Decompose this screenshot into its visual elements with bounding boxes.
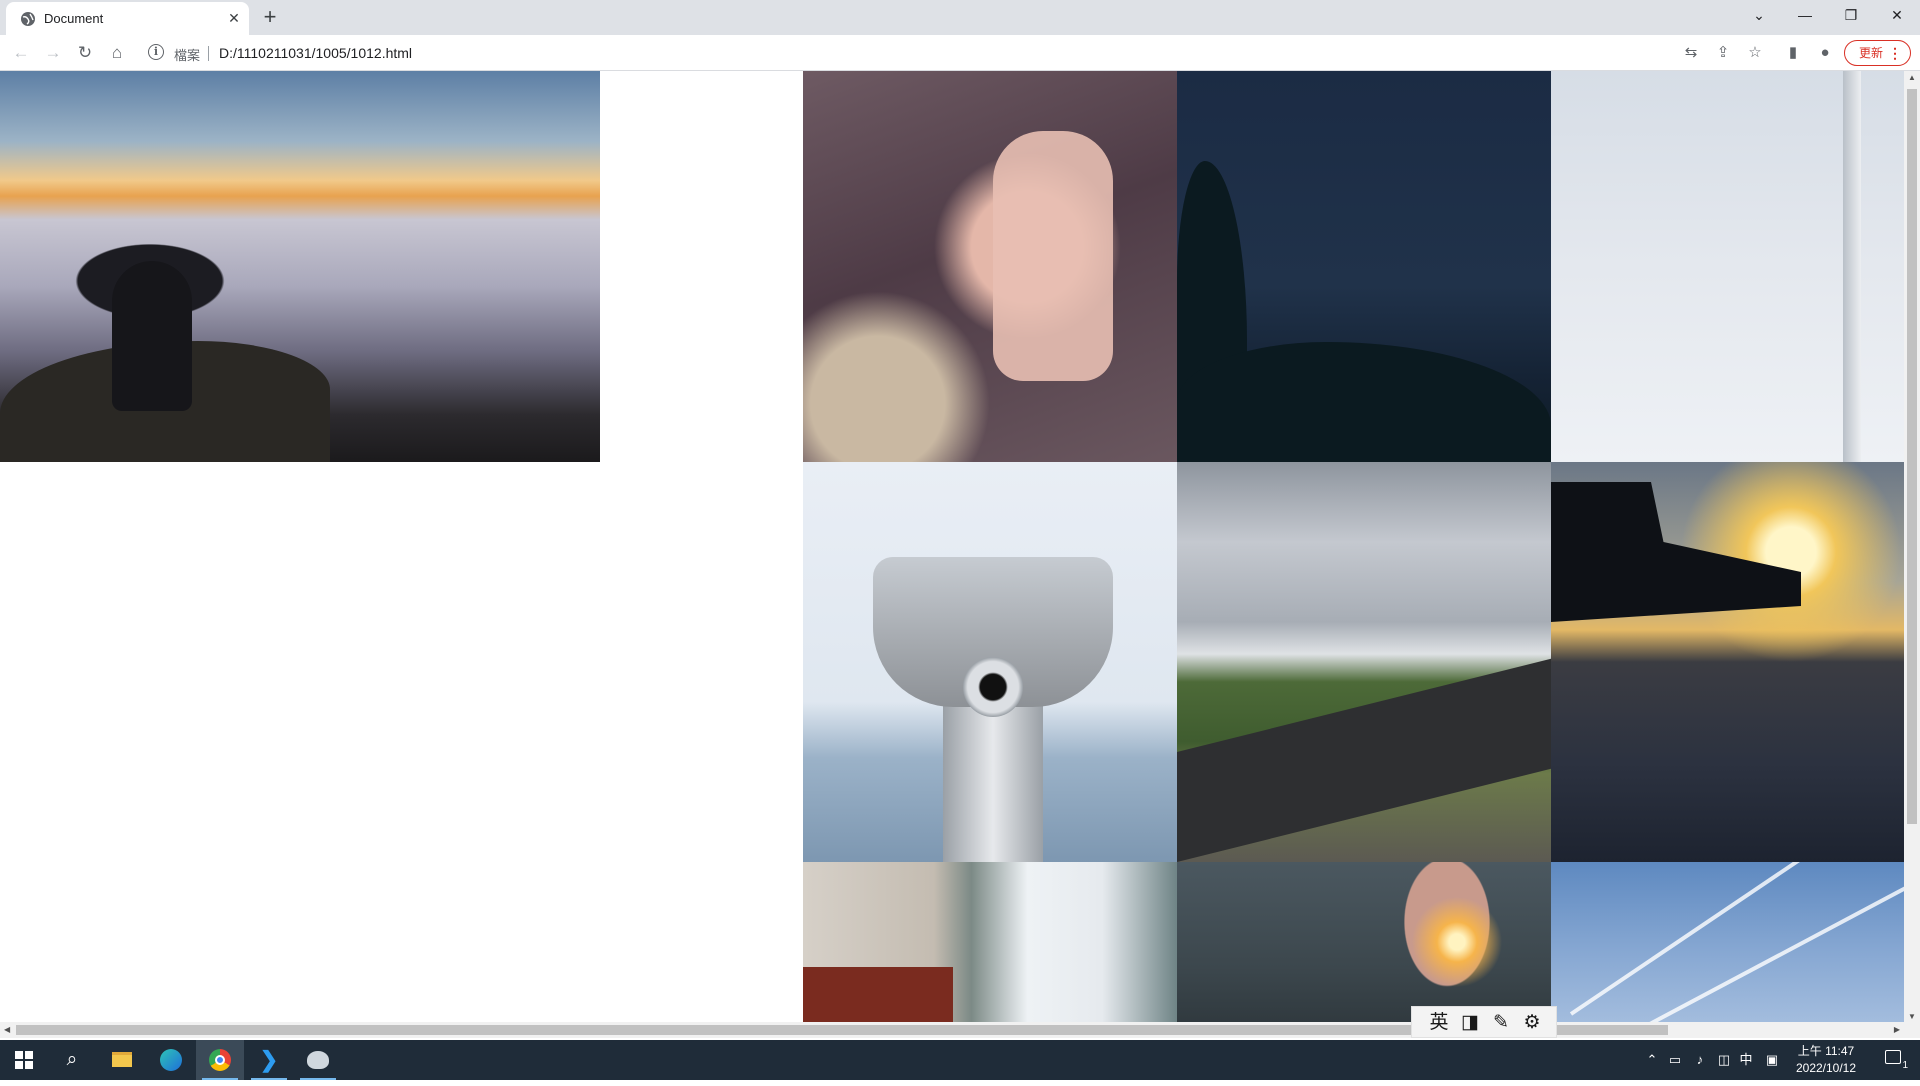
edge-browser-icon[interactable] bbox=[147, 1040, 195, 1080]
update-button[interactable]: 更新 ⋮ bbox=[1844, 40, 1911, 66]
minimize-button[interactable]: — bbox=[1782, 0, 1828, 32]
photo-detail-hand bbox=[993, 131, 1113, 381]
windows-logo-icon bbox=[15, 1051, 33, 1069]
volume-icon[interactable]: ♪ bbox=[1690, 1050, 1710, 1070]
ime-pad-icon[interactable]: ▣ bbox=[1762, 1050, 1782, 1070]
notification-count-badge: 1 bbox=[1902, 1060, 1908, 1071]
photo-night-sky bbox=[1177, 71, 1551, 462]
globe-icon bbox=[21, 12, 35, 26]
browser-toolbar: ← → ↻ ⌂ i 檔案 D:/1110211031/1005/1012.htm… bbox=[0, 35, 1920, 71]
omnibox-divider bbox=[208, 46, 209, 61]
meet-now-icon[interactable]: ◫ bbox=[1714, 1050, 1734, 1070]
address-bar[interactable]: i 檔案 D:/1110211031/1005/1012.html bbox=[140, 39, 1784, 67]
scroll-down-arrow-icon[interactable]: ▼ bbox=[1908, 1012, 1916, 1021]
vscode-icon[interactable]: ❯ bbox=[245, 1040, 293, 1080]
ime-toolbar: 英 ◨ ✎ ⚙ bbox=[1411, 1006, 1557, 1038]
clock-time: 上午 11:47 bbox=[1797, 1044, 1855, 1058]
network-icon[interactable]: ▭ bbox=[1665, 1050, 1685, 1070]
photo-contrails-sky bbox=[1551, 862, 1904, 1038]
close-window-button[interactable]: ✕ bbox=[1874, 0, 1920, 32]
photo-detail-contrail bbox=[1630, 877, 1904, 1036]
ime-width-mode-icon[interactable]: ◨ bbox=[1457, 1011, 1483, 1035]
photo-sky-pole bbox=[1551, 71, 1904, 462]
vertical-scrollbar[interactable]: ▲ ▼ bbox=[1904, 71, 1920, 1038]
chrome-browser-icon[interactable] bbox=[196, 1040, 244, 1080]
url-text[interactable]: D:/1110211031/1005/1012.html bbox=[219, 45, 412, 61]
ime-mode-indicator[interactable]: 中 bbox=[1736, 1050, 1756, 1070]
search-icon[interactable]: ⌕ bbox=[48, 1040, 96, 1080]
scroll-left-arrow-icon[interactable]: ◀ bbox=[4, 1025, 10, 1034]
menu-dots-icon: ⋮ bbox=[1888, 45, 1902, 61]
photo-city-street bbox=[803, 862, 1177, 1038]
tab-search-icon[interactable]: ⌄ bbox=[1736, 0, 1782, 32]
page-viewport: ▲ ▼ ◀ ▶ bbox=[0, 71, 1920, 1038]
photo-pier-sunset bbox=[1551, 462, 1904, 862]
tab-title: Document bbox=[44, 11, 104, 26]
photo-detail-treeline bbox=[1177, 342, 1551, 462]
home-icon[interactable]: ⌂ bbox=[104, 40, 130, 66]
start-windows-icon[interactable] bbox=[0, 1040, 48, 1080]
photo-detail-pier bbox=[1551, 482, 1801, 622]
notification-center-icon[interactable]: 1 bbox=[1878, 1050, 1908, 1071]
new-tab-button[interactable]: + bbox=[258, 5, 282, 29]
horizontal-scrollbar[interactable]: ◀ ▶ bbox=[0, 1022, 1904, 1038]
paint-app-icon[interactable] bbox=[294, 1040, 342, 1080]
bookmark-star-icon[interactable]: ☆ bbox=[1742, 40, 1768, 66]
ime-tools-icon[interactable]: ✎ bbox=[1488, 1011, 1514, 1035]
tray-overflow-chevron-icon[interactable]: ⌃ bbox=[1644, 1050, 1660, 1070]
clock-date: 2022/10/12 bbox=[1795, 1061, 1857, 1075]
share-icon[interactable]: ⇪ bbox=[1710, 40, 1736, 66]
photo-detail-post bbox=[943, 702, 1043, 862]
ime-settings-icon[interactable]: ⚙ bbox=[1519, 1011, 1545, 1035]
translate-icon[interactable]: ⇆ bbox=[1678, 40, 1704, 66]
photo-coin-binoculars bbox=[803, 462, 1177, 862]
photo-detail-contrail bbox=[1569, 862, 1871, 1016]
profile-avatar-icon[interactable]: ● bbox=[1812, 40, 1838, 66]
photo-detail-road bbox=[1177, 658, 1551, 862]
info-icon[interactable]: i bbox=[148, 44, 164, 60]
photo-mountain-road bbox=[1177, 462, 1551, 862]
reload-icon[interactable]: ↻ bbox=[72, 40, 98, 66]
vertical-scroll-thumb[interactable] bbox=[1907, 89, 1917, 824]
update-label: 更新 bbox=[1859, 46, 1884, 60]
photo-detail-pole bbox=[1843, 71, 1861, 462]
browser-tab-strip: Document ✕ + ⌄ — ❐ ✕ bbox=[0, 0, 1920, 35]
photo-hand-rain-window bbox=[803, 71, 1177, 462]
scroll-right-arrow-icon[interactable]: ▶ bbox=[1894, 1025, 1900, 1034]
windows-taskbar: ⌕ ❯ ⌃ ▭ ♪ ◫ 中 ▣ 上午 11:47 2022/10/12 1 bbox=[0, 1040, 1920, 1080]
side-panel-icon[interactable]: ▮ bbox=[1780, 40, 1806, 66]
file-explorer-icon[interactable] bbox=[98, 1040, 146, 1080]
forward-icon[interactable]: → bbox=[40, 40, 66, 66]
scheme-label: 檔案 bbox=[174, 48, 201, 63]
photo-detail-awning bbox=[803, 967, 953, 1027]
tab-document[interactable]: Document ✕ bbox=[6, 2, 249, 35]
back-icon[interactable]: ← bbox=[8, 40, 34, 66]
restore-button[interactable]: ❐ bbox=[1828, 0, 1874, 32]
photo-clouds-hiker bbox=[0, 71, 600, 462]
system-clock[interactable]: 上午 11:47 2022/10/12 bbox=[1786, 1043, 1866, 1077]
photo-detail-person bbox=[112, 261, 192, 411]
ime-language-toggle[interactable]: 英 bbox=[1426, 1011, 1452, 1035]
scroll-up-arrow-icon[interactable]: ▲ bbox=[1908, 73, 1916, 82]
tab-close-icon[interactable]: ✕ bbox=[226, 10, 242, 26]
photo-detail-lens bbox=[963, 657, 1023, 717]
